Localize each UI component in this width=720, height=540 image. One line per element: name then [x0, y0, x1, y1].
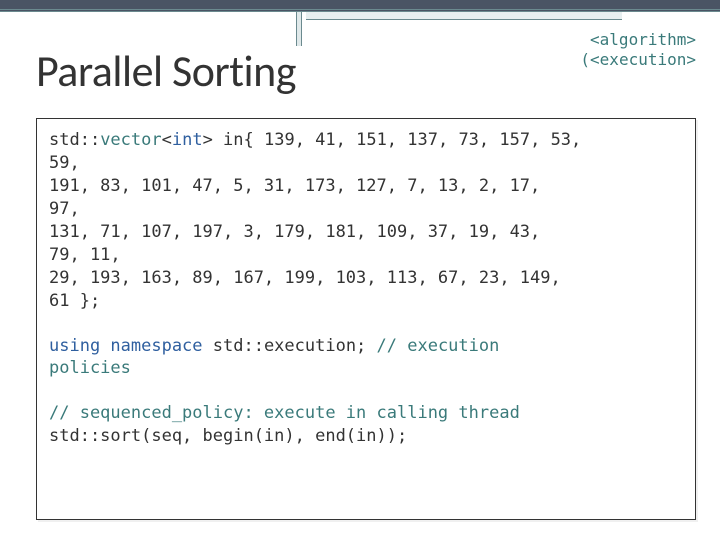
include-execution: (<execution> [580, 50, 696, 70]
code-line: std::sort(seq, begin(in), end(in)); [49, 425, 683, 448]
include-algorithm: <algorithm> [580, 30, 696, 50]
divider-horizontal [306, 12, 622, 20]
code-line: using namespace std::execution; // execu… [49, 335, 683, 358]
page-title: Parallel Sorting [36, 44, 296, 98]
top-bar [0, 0, 720, 12]
header-includes: <algorithm> (<execution> [580, 30, 696, 70]
code-line: std::vector<int> in{ 139, 41, 151, 137, … [49, 129, 683, 152]
divider-ribbon [296, 12, 302, 46]
code-line: 79, 11, [49, 244, 683, 267]
code-line: policies [49, 357, 683, 380]
code-line: 97, [49, 198, 683, 221]
code-line: 191, 83, 101, 47, 5, 31, 173, 127, 7, 13… [49, 175, 683, 198]
code-line: 59, [49, 152, 683, 175]
code-line: 29, 193, 163, 89, 167, 199, 103, 113, 67… [49, 267, 683, 290]
blank-line [49, 313, 683, 335]
code-line: 61 }; [49, 290, 683, 313]
code-block: std::vector<int> in{ 139, 41, 151, 137, … [36, 118, 696, 520]
code-comment: // sequenced_policy: execute in calling … [49, 402, 683, 425]
blank-line [49, 380, 683, 402]
code-line: 131, 71, 107, 197, 3, 179, 181, 109, 37,… [49, 221, 683, 244]
